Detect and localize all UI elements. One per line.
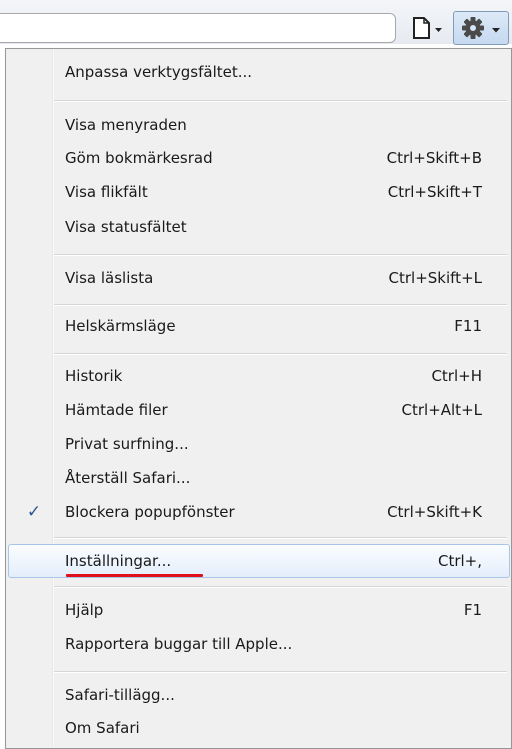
menu-separator xyxy=(54,254,507,256)
menu-item-shortcut: Ctrl+, xyxy=(437,552,482,570)
menu-item-label: Visa menyraden xyxy=(65,116,187,134)
menu-item-shortcut: Ctrl+H xyxy=(431,367,482,385)
menu-item-show-status-bar[interactable]: Visa statusfältet xyxy=(8,210,510,244)
menu-item-label: Inställningar... xyxy=(65,552,172,570)
address-field[interactable] xyxy=(0,13,396,43)
menu-separator xyxy=(54,353,507,355)
menu-separator xyxy=(54,100,507,102)
menu-item-label: Visa flikfält xyxy=(65,183,148,201)
menu-item-show-tab-bar[interactable]: Visa flikfält Ctrl+Skift+T xyxy=(8,175,510,209)
gear-icon xyxy=(462,17,500,39)
menu-item-label: Historik xyxy=(65,367,123,385)
menu-item-label: Helskärmsläge xyxy=(65,317,176,335)
menu-item-settings[interactable]: Inställningar... Ctrl+, xyxy=(8,544,510,578)
menu-item-shortcut: F11 xyxy=(454,317,482,335)
menu-item-hide-bookmarks-bar[interactable]: Göm bokmärkesrad Ctrl+Skift+B xyxy=(8,141,510,175)
menu-item-customize-toolbar[interactable]: Anpassa verktygsfältet... xyxy=(8,55,510,89)
menu-item-label: Rapportera buggar till Apple... xyxy=(65,635,293,653)
page-icon xyxy=(413,17,442,39)
settings-menu-button[interactable] xyxy=(453,11,509,45)
menu-item-private-browsing[interactable]: Privat surfning... xyxy=(8,427,510,461)
menu-item-about-safari[interactable]: Om Safari xyxy=(8,711,510,745)
menu-item-shortcut: Ctrl+Skift+B xyxy=(386,149,482,167)
menu-item-label: Anpassa verktygsfältet... xyxy=(65,63,253,81)
menu-item-reset-safari[interactable]: Återställ Safari... xyxy=(8,461,510,495)
menu-item-shortcut: Ctrl+Skift+K xyxy=(387,503,482,521)
menu-item-shortcut: Ctrl+Skift+T xyxy=(387,183,482,201)
menu-item-shortcut: Ctrl+Skift+L xyxy=(388,269,482,287)
menu-item-show-reading-list[interactable]: Visa läslista Ctrl+Skift+L xyxy=(8,261,510,295)
menu-separator xyxy=(54,671,507,673)
menu-item-shortcut: F1 xyxy=(463,601,482,619)
menu-separator xyxy=(54,537,507,539)
menu-item-label: Återställ Safari... xyxy=(65,469,191,487)
menu-item-help[interactable]: Hjälp F1 xyxy=(8,593,510,627)
menu-item-show-menubar[interactable]: Visa menyraden xyxy=(8,108,510,142)
menu-item-shortcut: Ctrl+Alt+L xyxy=(401,401,483,419)
menu-item-safari-extensions[interactable]: Safari-tillägg... xyxy=(8,678,510,712)
chevron-down-icon xyxy=(435,28,442,32)
menu-item-block-popups[interactable]: ✓ Blockera popupfönster Ctrl+Skift+K xyxy=(8,495,510,529)
menu-item-full-screen[interactable]: Helskärmsläge F11 xyxy=(8,309,510,343)
menu-item-label: Hämtade filer xyxy=(65,401,168,419)
menu-item-label: Blockera popupfönster xyxy=(65,503,235,521)
checkmark-icon: ✓ xyxy=(26,502,42,522)
menu-item-label: Privat surfning... xyxy=(65,435,189,453)
menu-item-label: Visa läslista xyxy=(65,269,154,287)
menu-item-label: Safari-tillägg... xyxy=(65,686,175,704)
red-underline-annotation xyxy=(66,574,203,577)
menu-item-report-bugs[interactable]: Rapportera buggar till Apple... xyxy=(8,627,510,661)
browser-toolbar xyxy=(0,0,512,45)
settings-dropdown-menu: Anpassa verktygsfältet... Visa menyraden… xyxy=(5,48,512,749)
menu-item-label: Hjälp xyxy=(65,601,104,619)
menu-item-label: Göm bokmärkesrad xyxy=(65,149,213,167)
menu-separator xyxy=(54,304,507,306)
menu-item-history[interactable]: Historik Ctrl+H xyxy=(8,359,510,393)
menu-item-label: Visa statusfältet xyxy=(65,218,187,236)
menu-item-downloads[interactable]: Hämtade filer Ctrl+Alt+L xyxy=(8,393,510,427)
page-menu-button[interactable] xyxy=(408,11,450,45)
menu-separator xyxy=(54,586,507,588)
menu-item-label: Om Safari xyxy=(65,719,140,737)
